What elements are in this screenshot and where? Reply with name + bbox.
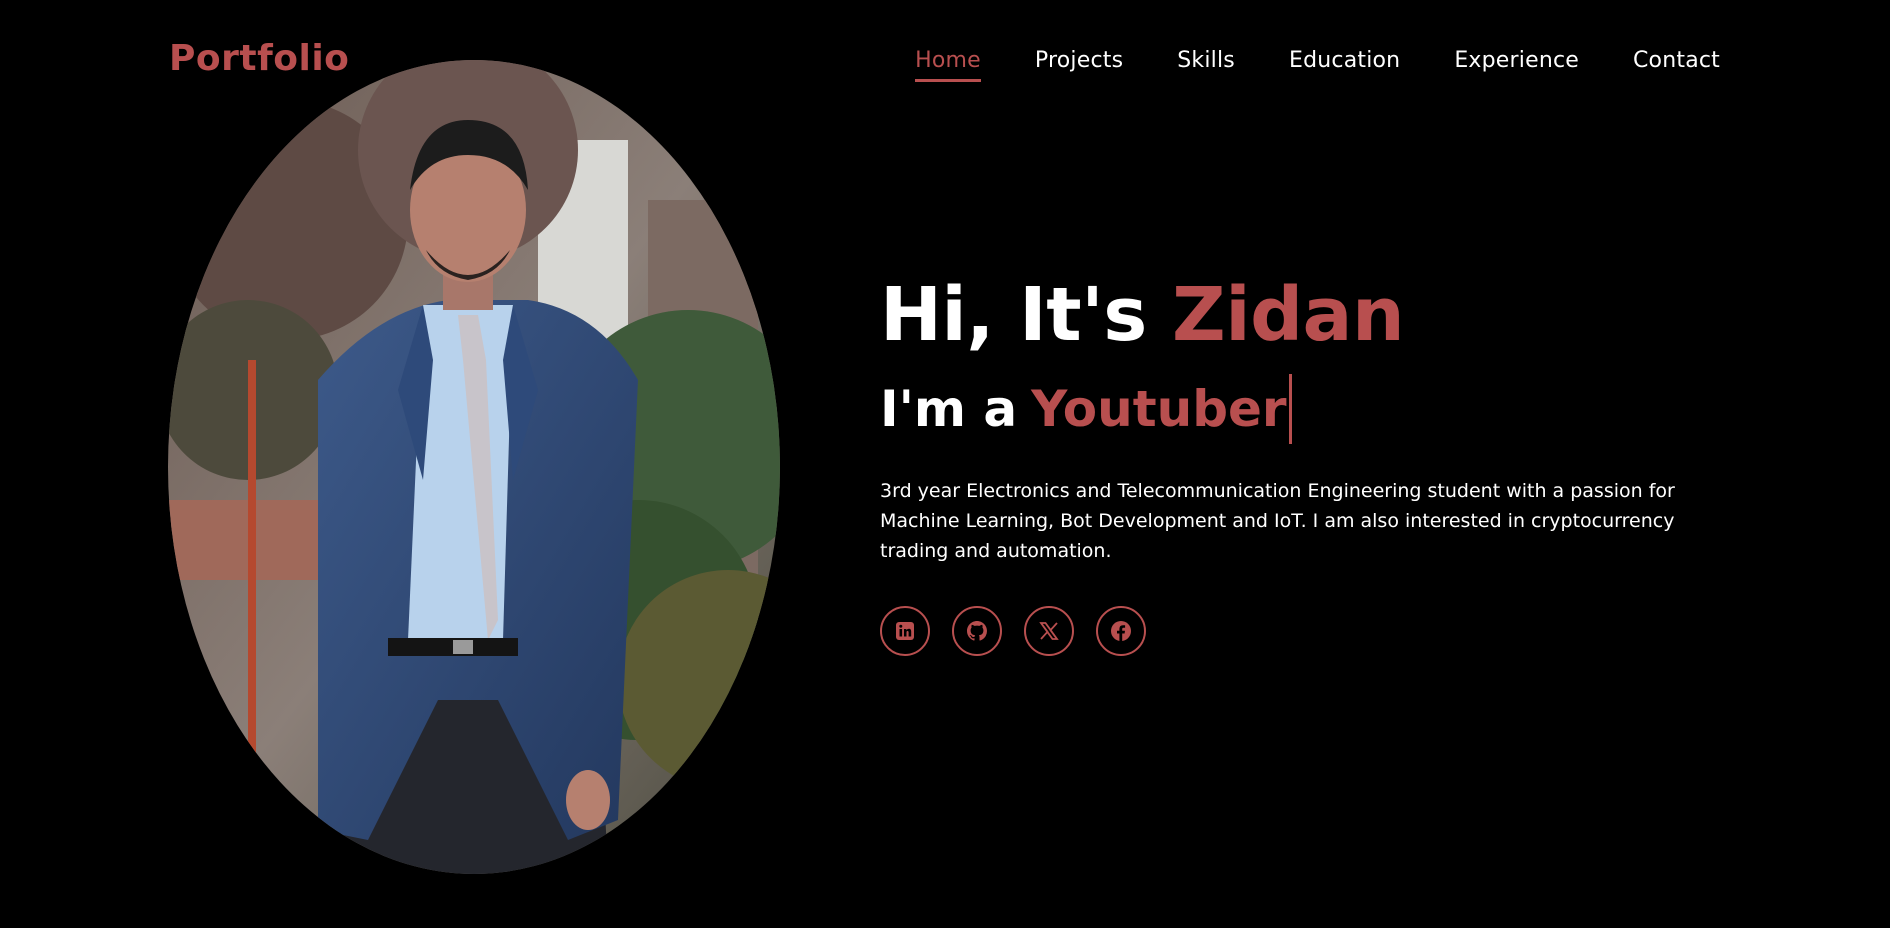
profile-photo xyxy=(168,60,780,874)
x-icon xyxy=(1039,622,1059,640)
nav-home[interactable]: Home xyxy=(915,48,981,82)
x-link[interactable] xyxy=(1024,606,1074,656)
facebook-link[interactable] xyxy=(1096,606,1146,656)
nav-education[interactable]: Education xyxy=(1289,48,1400,82)
facebook-icon xyxy=(1111,621,1131,641)
nav-projects[interactable]: Projects xyxy=(1035,48,1123,82)
github-icon xyxy=(967,621,988,641)
linkedin-link[interactable] xyxy=(880,606,930,656)
portfolio-page: Portfolio Home Projects Skills Education… xyxy=(0,0,1890,928)
role-prefix: I'm a xyxy=(880,380,1018,438)
nav-contact[interactable]: Contact xyxy=(1633,48,1720,82)
hero-greeting: Hi, It's Zidan xyxy=(880,278,1740,352)
hero-section: Hi, It's Zidan I'm a Youtuber 3rd year E… xyxy=(880,278,1740,656)
nav-experience[interactable]: Experience xyxy=(1454,48,1579,82)
typing-caret xyxy=(1288,374,1292,444)
hero-bio: 3rd year Electronics and Telecommunicati… xyxy=(880,480,1675,562)
github-link[interactable] xyxy=(952,606,1002,656)
linkedin-icon xyxy=(896,622,914,640)
hero-role: I'm a Youtuber xyxy=(880,374,1740,444)
hero-name: Zidan xyxy=(1172,272,1405,358)
social-links xyxy=(880,606,1740,656)
greeting-text: Hi, It's xyxy=(880,272,1147,358)
role-typed-text: Youtuber xyxy=(1031,380,1287,438)
main-nav: Home Projects Skills Education Experienc… xyxy=(915,48,1720,82)
nav-skills[interactable]: Skills xyxy=(1177,48,1235,82)
